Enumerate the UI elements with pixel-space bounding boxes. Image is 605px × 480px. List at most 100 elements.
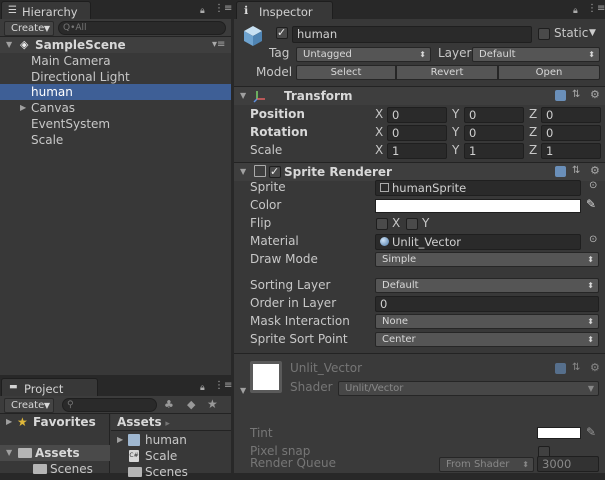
preset-icon[interactable]: ⇅ <box>572 362 580 373</box>
file-row[interactable]: Scenes <box>111 464 231 480</box>
model-revert-button[interactable]: Revert <box>396 65 498 80</box>
eyedropper-icon[interactable]: ✎ <box>586 197 596 211</box>
object-name-input[interactable]: human <box>292 26 532 43</box>
position-y-field[interactable]: 0 <box>464 107 524 123</box>
rotation-label: Rotation <box>250 125 308 139</box>
help-book-icon[interactable] <box>555 90 566 101</box>
expand-icon[interactable]: ▼ <box>6 445 12 461</box>
lock-icon[interactable]: 🔒︎ <box>200 383 205 393</box>
flip-x-checkbox[interactable] <box>376 218 388 230</box>
updown-icon: ⬍ <box>588 50 595 59</box>
item-label: Directional Light <box>31 70 130 84</box>
render-queue-field[interactable]: 3000 <box>537 456 599 472</box>
tint-color-swatch[interactable] <box>537 427 581 439</box>
rotation-z-field[interactable]: 0 <box>541 125 601 141</box>
scale-y-field[interactable]: 1 <box>464 143 524 159</box>
layer-dropdown[interactable]: Default ⬍ <box>472 47 600 62</box>
panel-menu-icon[interactable]: ⋮≡ <box>214 3 232 14</box>
shader-dropdown[interactable]: Unlit/Vector ▼ <box>338 381 599 396</box>
tag-dropdown[interactable]: Untagged ⬍ <box>296 47 431 62</box>
hierarchy-search-input[interactable]: Q•All <box>58 21 226 35</box>
gear-icon[interactable]: ⚙ <box>590 361 600 374</box>
model-select-button[interactable]: Select <box>296 65 396 80</box>
sorting-layer-dropdown[interactable]: Default ⬍ <box>375 278 599 293</box>
active-checkbox[interactable]: ✓ <box>276 27 288 39</box>
updown-icon: ⬍ <box>587 317 594 326</box>
scene-row[interactable]: ▼ ◈ SampleScene <box>0 37 231 53</box>
rotation-x-field[interactable]: 0 <box>387 125 447 141</box>
static-checkbox[interactable] <box>538 28 550 40</box>
expand-icon[interactable]: ▼ <box>6 37 12 53</box>
inspector-tab[interactable]: ℹ Inspector <box>236 1 333 20</box>
project-create-dropdown[interactable]: Create ▼ <box>4 398 54 413</box>
lock-icon[interactable]: 🔒︎ <box>200 6 205 16</box>
expand-right-icon[interactable]: ▶ <box>6 414 12 430</box>
gear-icon[interactable]: ⚙ <box>590 164 600 177</box>
panel-menu-icon[interactable]: ⋮≡ <box>214 380 232 391</box>
scale-z-field[interactable]: 1 <box>541 143 601 159</box>
render-queue-dropdown[interactable]: From Shader ⬍ <box>439 457 534 472</box>
hierarchy-item[interactable]: Main Camera <box>0 53 231 69</box>
hierarchy-item[interactable]: ▶ Canvas <box>0 100 231 116</box>
rotation-y-field[interactable]: 0 <box>464 125 524 141</box>
draw-mode-dropdown[interactable]: Simple ⬍ <box>375 252 599 267</box>
file-row[interactable]: C# Scale <box>111 448 231 464</box>
eyedropper-icon[interactable]: ✎ <box>586 425 596 439</box>
scale-x-field[interactable]: 1 <box>387 143 447 159</box>
sprite-renderer-enabled-checkbox[interactable]: ✓ <box>269 166 281 178</box>
lock-icon[interactable]: 🔒︎ <box>573 6 578 16</box>
filter-type-icon[interactable]: ♣ <box>164 398 174 411</box>
transform-header[interactable]: ▼ Transform ⇅ ⚙ <box>234 87 605 105</box>
hierarchy-create-dropdown[interactable]: Create ▼ <box>4 21 54 36</box>
help-book-icon[interactable] <box>555 166 566 177</box>
flip-label: Flip <box>250 216 272 230</box>
sprite-sort-point-dropdown[interactable]: Center ⬍ <box>375 332 599 347</box>
project-tab[interactable]: ▬ Project <box>1 378 98 397</box>
panel-menu-icon[interactable]: ⋮≡ <box>587 3 605 14</box>
help-book-icon[interactable] <box>555 363 566 374</box>
collapse-icon[interactable]: ▼ <box>240 167 246 176</box>
model-open-button[interactable]: Open <box>498 65 600 80</box>
scenes-row[interactable]: Scenes <box>0 461 110 477</box>
scene-menu-icon[interactable]: ▾≡ <box>212 39 225 50</box>
hierarchy-tab-label: Hierarchy <box>22 5 78 19</box>
hierarchy-item-selected[interactable]: human <box>0 84 231 100</box>
hierarchy-tab[interactable]: ☰ Hierarchy <box>1 1 91 20</box>
object-picker-icon[interactable]: ⊙ <box>589 234 597 245</box>
hierarchy-item[interactable]: EventSystem <box>0 116 231 132</box>
assets-row[interactable]: ▼ Assets <box>0 445 110 461</box>
preset-icon[interactable]: ⇅ <box>572 89 580 100</box>
expand-right-icon[interactable]: ▶ <box>20 100 26 116</box>
chevron-down-icon: ▼ <box>43 24 50 33</box>
favorites-row[interactable]: ▶ ★ Favorites <box>0 414 110 430</box>
sprite-renderer-header[interactable]: ▼ ✓ Sprite Renderer ⇅ ⚙ <box>234 163 605 181</box>
project-search-input[interactable]: ⚲ <box>62 398 157 412</box>
sprite-object-field[interactable]: humanSprite <box>375 180 581 196</box>
color-swatch[interactable] <box>375 199 581 213</box>
material-object-field[interactable]: Unlit_Vector <box>375 234 581 250</box>
breadcrumb-assets[interactable]: Assets <box>117 415 162 429</box>
expand-right-icon[interactable]: ▶ <box>117 432 123 448</box>
folder-icon <box>18 448 32 458</box>
position-z-field[interactable]: 0 <box>541 107 601 123</box>
position-x-field[interactable]: 0 <box>387 107 447 123</box>
order-in-layer-field[interactable]: 0 <box>375 296 599 312</box>
static-dropdown-icon[interactable]: ▼ <box>589 28 596 38</box>
file-row[interactable]: ▶ human <box>111 432 231 448</box>
object-picker-icon[interactable]: ⊙ <box>589 180 597 191</box>
flip-y-checkbox[interactable] <box>406 218 418 230</box>
folder-icon: ▬ <box>9 382 18 392</box>
filter-label-icon[interactable]: ◆ <box>187 398 195 411</box>
preset-icon[interactable]: ⇅ <box>572 165 580 176</box>
material-sphere-icon <box>380 237 389 246</box>
breadcrumb-separator-icon: ▸ <box>165 419 170 429</box>
hierarchy-item[interactable]: Scale <box>0 132 231 148</box>
collapse-icon[interactable]: ▼ <box>240 386 246 395</box>
collapse-icon[interactable]: ▼ <box>240 91 246 100</box>
sprite-value: humanSprite <box>392 181 467 195</box>
button-label: Select <box>330 67 362 78</box>
star-filter-icon[interactable]: ★ <box>207 397 218 411</box>
gear-icon[interactable]: ⚙ <box>590 88 600 101</box>
mask-interaction-dropdown[interactable]: None ⬍ <box>375 314 599 329</box>
hierarchy-item[interactable]: Directional Light <box>0 69 231 85</box>
